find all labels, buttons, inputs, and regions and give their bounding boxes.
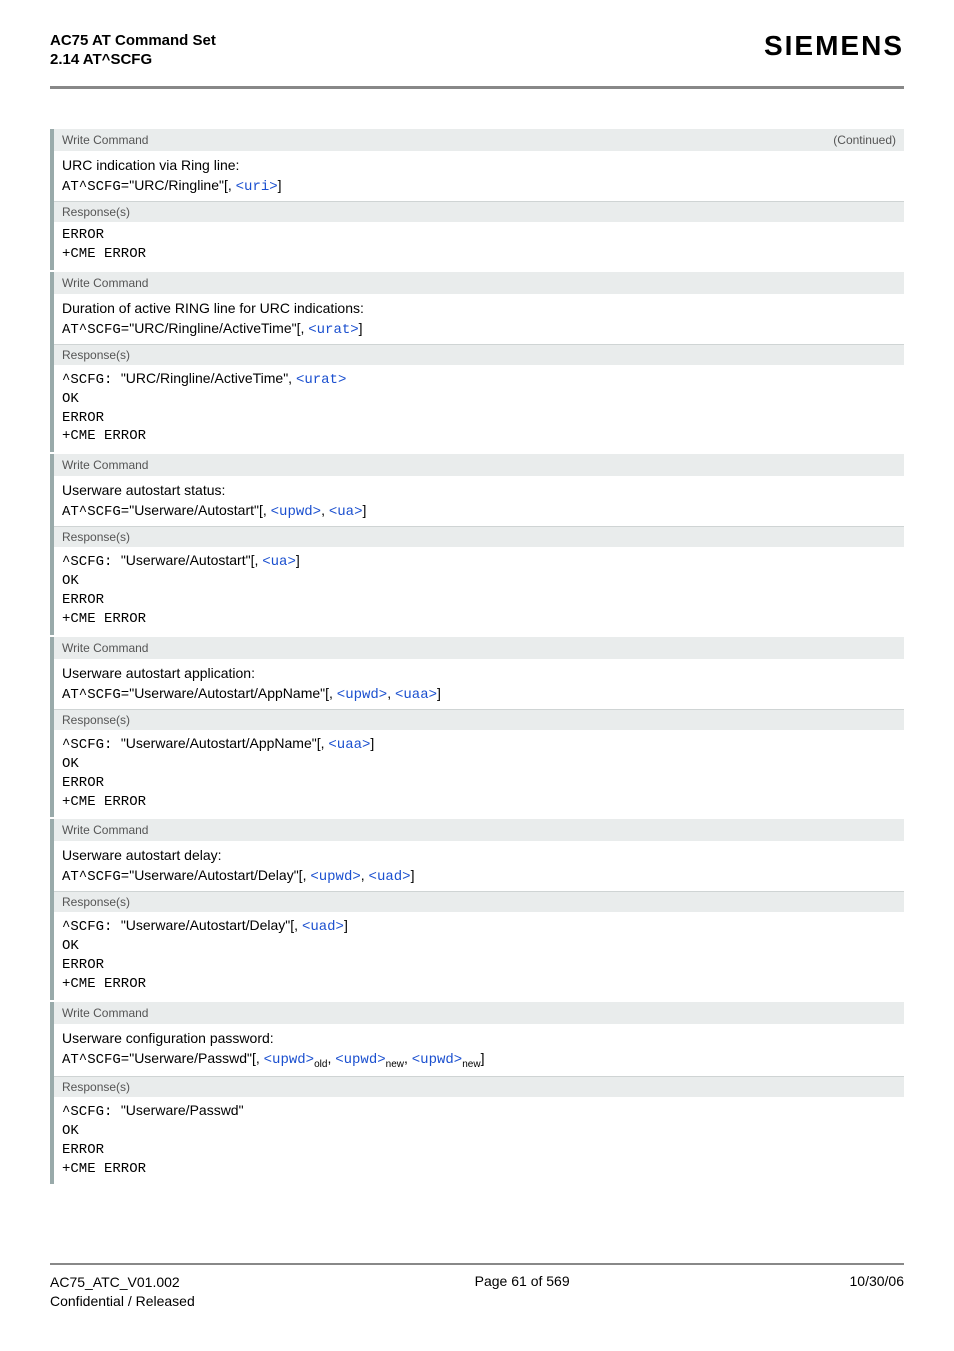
write-command-label: Write Command xyxy=(62,133,148,147)
section-band: Write Command xyxy=(54,819,904,841)
response-body: ^SCFG: "URC/Ringline/ActiveTime", <urat>… xyxy=(54,365,904,453)
response-ok: OK xyxy=(62,755,896,774)
response-ok: OK xyxy=(62,937,896,956)
command-section-passwd: Write Command Userware configuration pass… xyxy=(50,1002,904,1184)
param-link[interactable]: <upwd> xyxy=(337,687,387,703)
section-band: Write Command xyxy=(54,454,904,476)
param-link[interactable]: <urat> xyxy=(308,322,358,338)
responses-label: Response(s) xyxy=(54,344,904,365)
command-section-ringline: Write Command (Continued) URC indication v… xyxy=(50,129,904,270)
doc-title: AC75 AT Command Set xyxy=(50,30,216,51)
command-syntax: AT^SCFG="Userware/Autostart/AppName"[, <… xyxy=(54,685,904,709)
param-link[interactable]: <uaa> xyxy=(395,687,437,703)
command-section-ringline-active: Write Command Duration of active RING lin… xyxy=(50,272,904,453)
param-link[interactable]: <uaa> xyxy=(328,737,370,753)
doc-section: 2.14 AT^SCFG xyxy=(50,51,216,68)
response-error: ERROR xyxy=(62,774,896,793)
param-link[interactable]: <urat> xyxy=(296,372,346,388)
response-cme-error: +CME ERROR xyxy=(62,1160,896,1179)
response-body: ^SCFG: "Userware/Autostart/AppName"[, <u… xyxy=(54,730,904,818)
response-cme-error: +CME ERROR xyxy=(62,427,896,446)
response-ok: OK xyxy=(62,390,896,409)
response-error: ERROR xyxy=(62,956,896,975)
footer-date: 10/30/06 xyxy=(850,1273,905,1311)
command-section-autostart-app: Write Command Userware autostart applicat… xyxy=(50,637,904,818)
write-command-label: Write Command xyxy=(62,823,148,837)
param-link[interactable]: <upwd> xyxy=(412,1052,462,1068)
command-syntax: AT^SCFG="Userware/Passwd"[, <upwd>old, <… xyxy=(54,1050,904,1076)
response-body: ^SCFG: "Userware/Autostart"[, <ua>]OKERR… xyxy=(54,547,904,635)
command-syntax: AT^SCFG="URC/Ringline/ActiveTime"[, <ura… xyxy=(54,320,904,344)
continued-label: (Continued) xyxy=(833,133,896,147)
section-band: Write Command xyxy=(54,1002,904,1024)
command-description: Userware autostart delay: xyxy=(54,841,904,867)
param-link[interactable]: <upwd> xyxy=(264,1052,314,1068)
response-error: ERROR xyxy=(62,1141,896,1160)
param-link[interactable]: <upwd> xyxy=(271,504,321,520)
response-body: ^SCFG: "Userware/Passwd"OKERROR+CME ERRO… xyxy=(54,1097,904,1185)
header-divider xyxy=(50,86,904,89)
write-command-label: Write Command xyxy=(62,458,148,472)
responses-label: Response(s) xyxy=(54,526,904,547)
responses-label: Response(s) xyxy=(54,709,904,730)
command-section-autostart-delay: Write Command Userware autostart delay:AT… xyxy=(50,819,904,1000)
command-description: Userware autostart status: xyxy=(54,476,904,502)
command-syntax: AT^SCFG="URC/Ringline"[, <uri>] xyxy=(54,177,904,201)
param-subscript: new xyxy=(386,1059,404,1070)
param-link[interactable]: <upwd> xyxy=(335,1052,385,1068)
response-cme-error: +CME ERROR xyxy=(62,975,896,994)
param-subscript: old xyxy=(314,1059,327,1070)
command-description: Userware autostart application: xyxy=(54,659,904,685)
response-cme-error: +CME ERROR xyxy=(62,245,896,264)
param-link[interactable]: <upwd> xyxy=(310,869,360,885)
command-description: URC indication via Ring line: xyxy=(54,151,904,177)
param-link[interactable]: <uad> xyxy=(302,919,344,935)
footer-page: Page 61 of 569 xyxy=(475,1273,570,1311)
param-link[interactable]: <uad> xyxy=(369,869,411,885)
footer-version: AC75_ATC_V01.002 xyxy=(50,1273,195,1292)
responses-label: Response(s) xyxy=(54,201,904,222)
section-band: Write Command xyxy=(54,637,904,659)
brand-logo: SIEMENS xyxy=(764,30,904,62)
command-syntax: AT^SCFG="Userware/Autostart"[, <upwd>, <… xyxy=(54,502,904,526)
response-error: ERROR xyxy=(62,591,896,610)
section-band: Write Command xyxy=(54,272,904,294)
command-description: Duration of active RING line for URC ind… xyxy=(54,294,904,320)
responses-label: Response(s) xyxy=(54,891,904,912)
page-footer: AC75_ATC_V01.002 Confidential / Released… xyxy=(50,1263,904,1311)
responses-label: Response(s) xyxy=(54,1076,904,1097)
param-link[interactable]: <ua> xyxy=(262,554,296,570)
response-body: ERROR+CME ERROR xyxy=(54,222,904,270)
response-cme-error: +CME ERROR xyxy=(62,793,896,812)
response-body: ^SCFG: "Userware/Autostart/Delay"[, <uad… xyxy=(54,912,904,1000)
command-section-autostart: Write Command Userware autostart status:A… xyxy=(50,454,904,635)
page-header: AC75 AT Command Set 2.14 AT^SCFG SIEMENS xyxy=(50,30,904,80)
command-description: Userware configuration password: xyxy=(54,1024,904,1050)
write-command-label: Write Command xyxy=(62,1006,148,1020)
write-command-label: Write Command xyxy=(62,276,148,290)
response-error: ERROR xyxy=(62,226,896,245)
response-cme-error: +CME ERROR xyxy=(62,610,896,629)
response-ok: OK xyxy=(62,1122,896,1141)
param-subscript: new xyxy=(462,1059,480,1070)
write-command-label: Write Command xyxy=(62,641,148,655)
response-ok: OK xyxy=(62,572,896,591)
command-syntax: AT^SCFG="Userware/Autostart/Delay"[, <up… xyxy=(54,867,904,891)
section-band: Write Command (Continued) xyxy=(54,129,904,151)
response-error: ERROR xyxy=(62,409,896,428)
param-link[interactable]: <ua> xyxy=(329,504,363,520)
param-link[interactable]: <uri> xyxy=(236,179,278,195)
footer-confidential: Confidential / Released xyxy=(50,1292,195,1311)
